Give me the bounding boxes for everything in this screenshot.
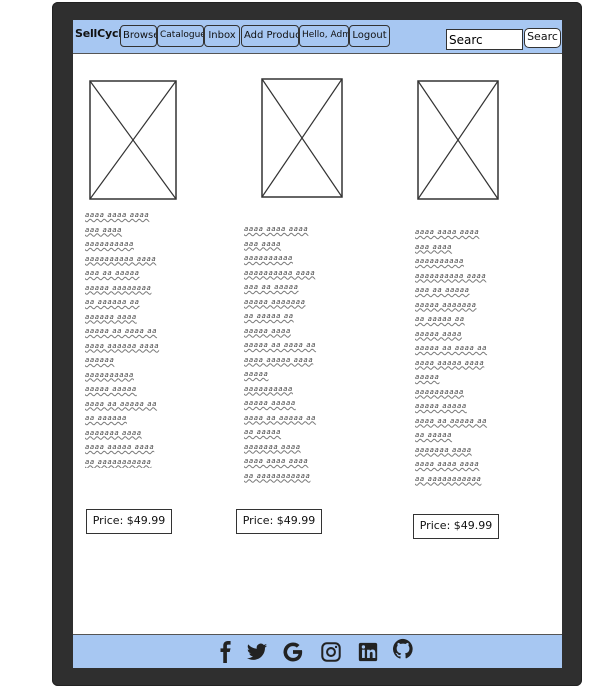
nav-add-product-button[interactable]: Add Product <box>241 25 299 47</box>
google-icon[interactable] <box>282 641 304 663</box>
product-price: Price: $49.99 <box>86 509 172 534</box>
nav-inbox-button[interactable]: Inbox <box>204 25 240 47</box>
app-screen: SellCycle Browse Catalogue Inbox Add Pro… <box>73 20 562 668</box>
product-description: aaaa aaaa aaaa aaa aaaa aaaaaaaaaa aaaaa… <box>415 228 488 483</box>
search-input[interactable] <box>446 29 523 50</box>
nav-browse-button[interactable]: Browse <box>120 25 157 47</box>
top-navbar: SellCycle Browse Catalogue Inbox Add Pro… <box>73 20 562 54</box>
product-price: Price: $49.99 <box>413 514 499 539</box>
nav-catalogue-button[interactable]: Catalogue <box>157 25 204 47</box>
product-image-placeholder[interactable] <box>417 80 499 200</box>
facebook-icon[interactable] <box>215 641 237 663</box>
github-icon[interactable] <box>392 638 414 660</box>
twitter-icon[interactable] <box>245 641 268 663</box>
product-image-placeholder[interactable] <box>89 80 177 200</box>
footer-bar <box>73 634 562 668</box>
search-button[interactable]: Searc <box>524 28 561 48</box>
nav-logout-button[interactable]: Logout <box>349 25 390 47</box>
instagram-icon[interactable] <box>320 641 342 663</box>
product-description: aaaa aaaa aaaa aaa aaaa aaaaaaaaaa aaaaa… <box>85 211 160 466</box>
product-description: aaaa aaaa aaaa aaa aaaa aaaaaaaaaa aaaaa… <box>244 225 317 480</box>
linkedin-icon[interactable] <box>357 641 379 663</box>
product-price: Price: $49.99 <box>236 509 322 534</box>
nav-greeting-button[interactable]: Hello, Admin <box>299 25 349 47</box>
brand-logo[interactable]: SellCycle <box>75 27 123 40</box>
product-image-placeholder[interactable] <box>261 78 343 198</box>
